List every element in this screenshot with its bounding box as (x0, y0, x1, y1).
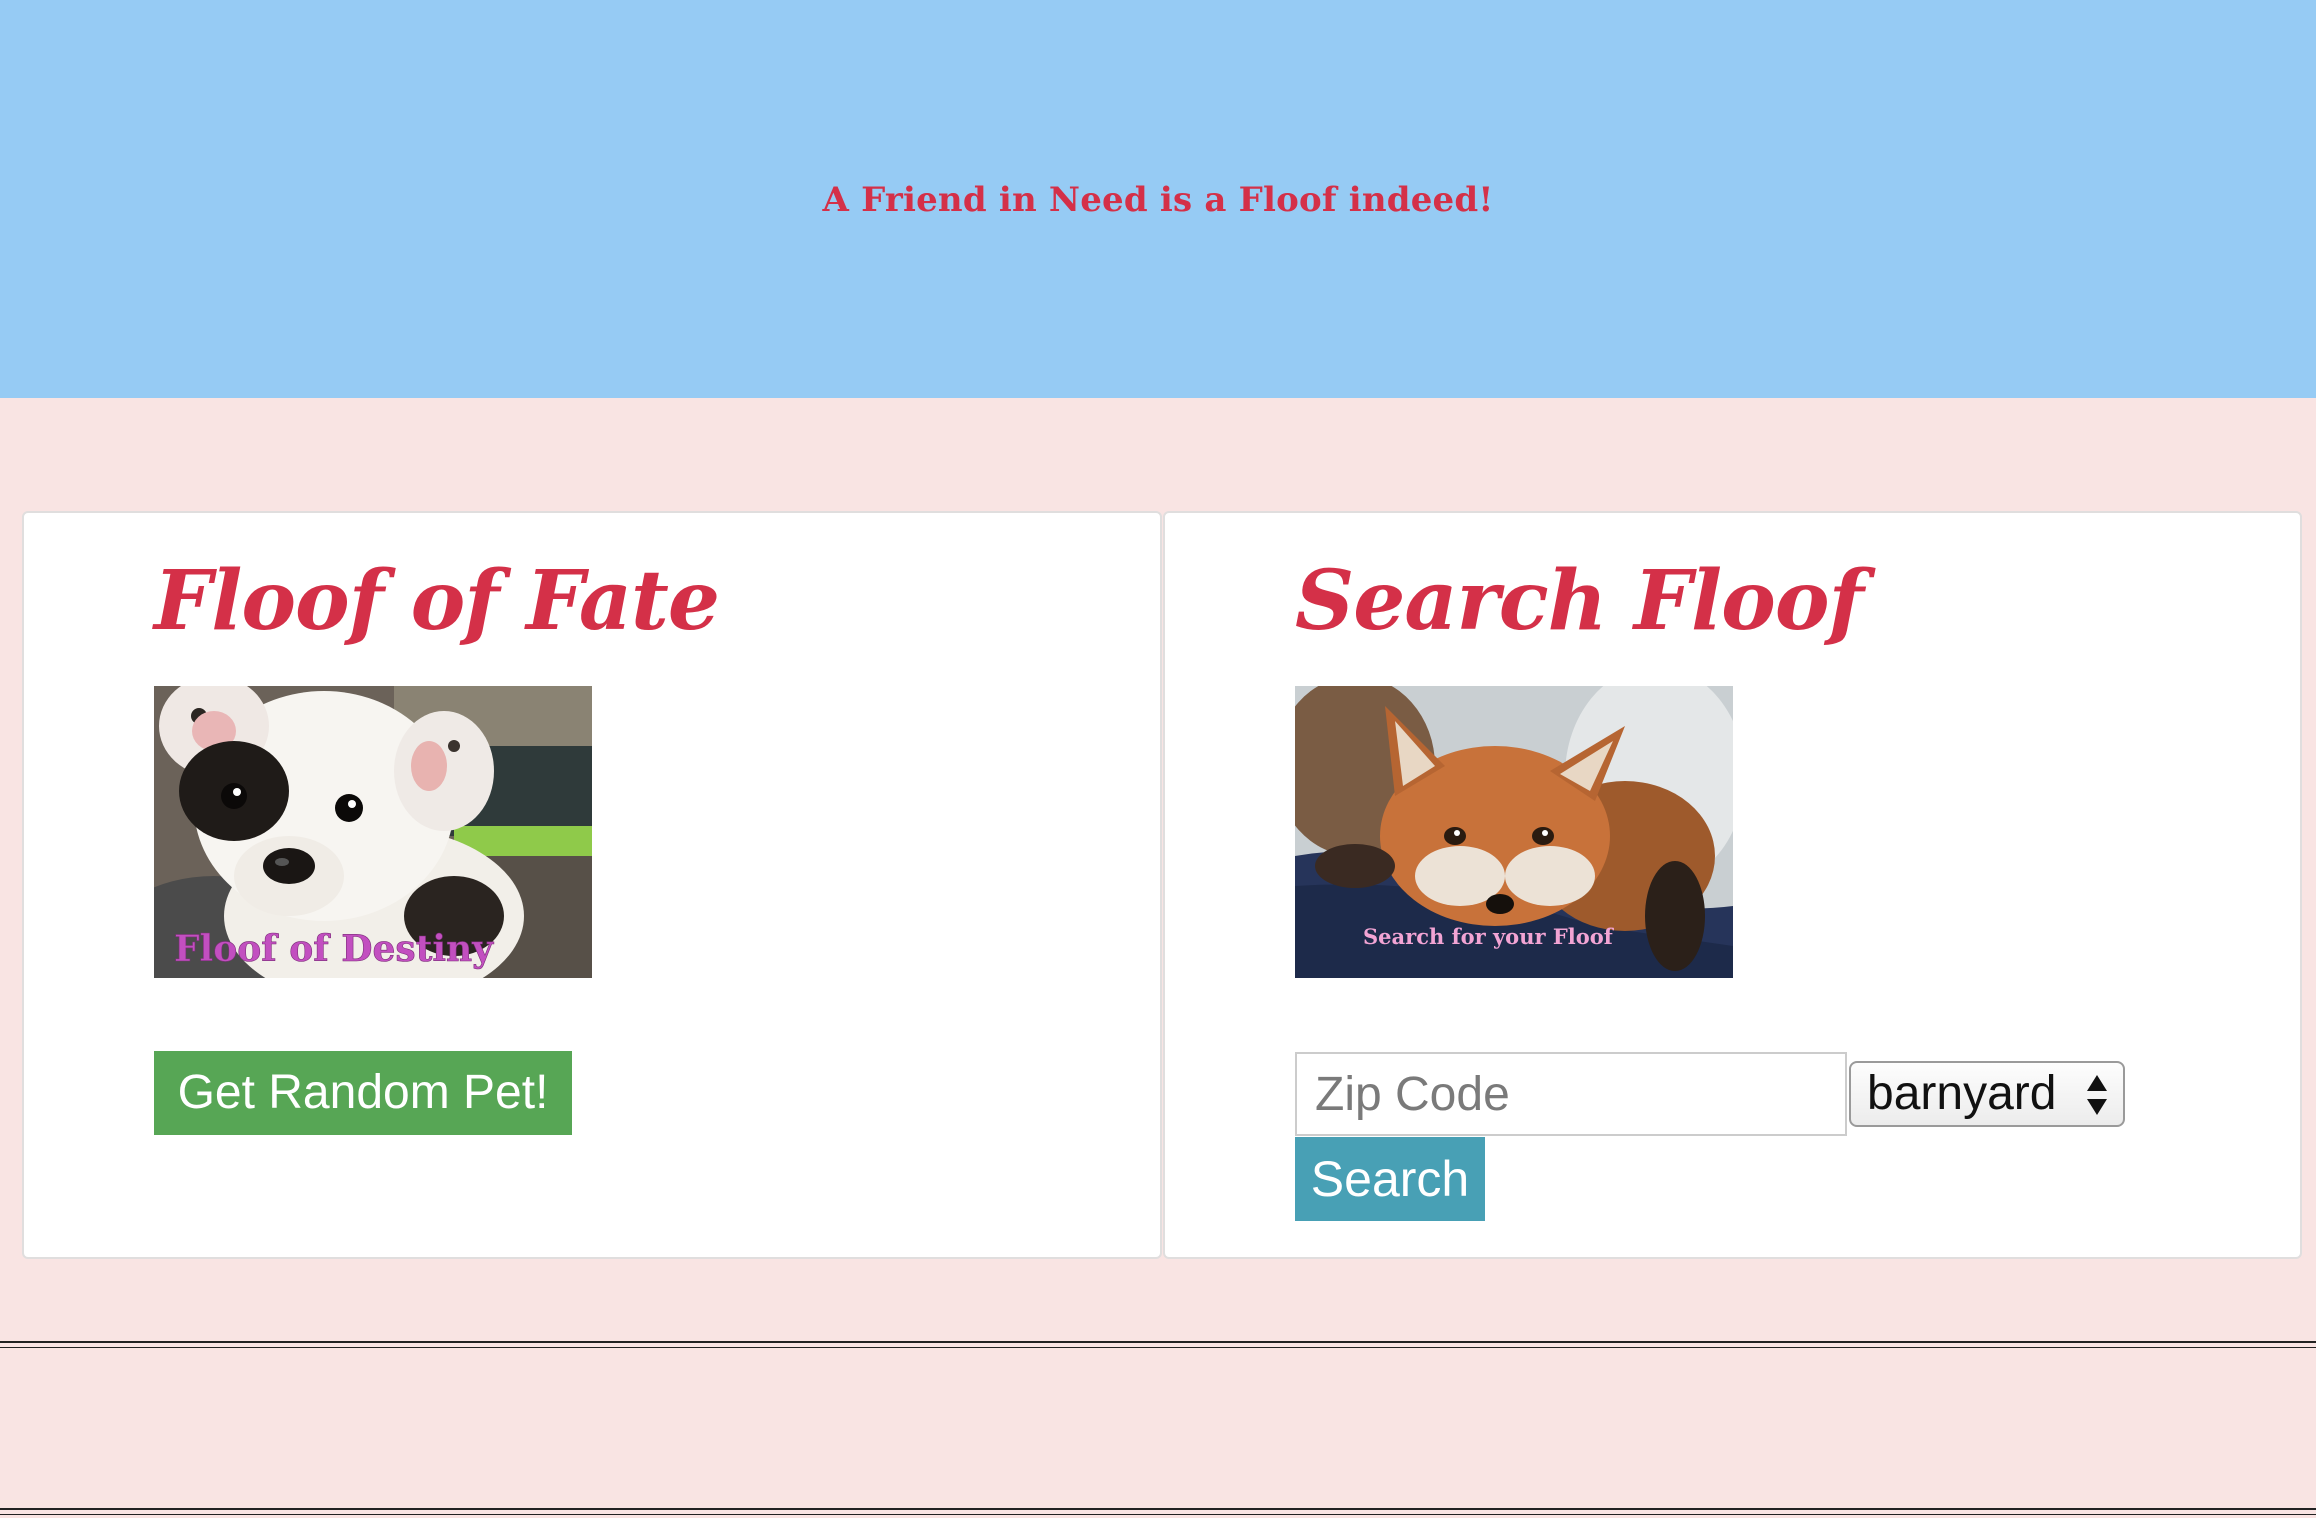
random-pet-card: Floof of Fate Floof of Destiny Get Rando… (22, 511, 1162, 1259)
random-card-title: Floof of Fate (154, 553, 720, 649)
page-tagline: A Friend in Need is a Floof indeed! (822, 180, 1494, 220)
search-button[interactable]: Search (1295, 1137, 1485, 1221)
footer-divider-bottom-inner (0, 1514, 2316, 1515)
fox-photo-caption: Search for your Floof (1363, 924, 1615, 949)
up-down-chevron-icon (2087, 1075, 2107, 1115)
animal-type-selected-value: barnyard (1867, 1067, 2057, 1120)
search-card-title: Search Floof (1295, 553, 1864, 649)
fox-photo: Search for your Floof (1295, 686, 1733, 978)
puppy-photo: Floof of Destiny (154, 686, 592, 978)
search-pet-card: Search Floof Search for your Floof Zip C… (1163, 511, 2302, 1259)
header-banner: A Friend in Need is a Floof indeed! (0, 0, 2316, 398)
get-random-pet-button[interactable]: Get Random Pet! (154, 1051, 572, 1135)
footer-divider-top (0, 1341, 2316, 1343)
footer-divider-bottom (0, 1508, 2316, 1510)
zip-code-input[interactable] (1295, 1052, 1847, 1136)
puppy-photo-caption: Floof of Destiny (174, 928, 494, 970)
footer-divider-top-inner (0, 1347, 2316, 1348)
animal-type-select[interactable]: barnyard (1849, 1061, 2125, 1127)
